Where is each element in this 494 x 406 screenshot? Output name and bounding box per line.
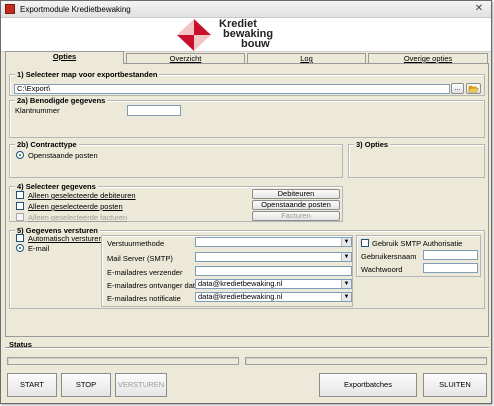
status-field-left: [7, 357, 239, 365]
close-icon[interactable]: ✕: [471, 3, 487, 15]
email-radio[interactable]: [16, 244, 24, 252]
only-selected-items-label: Alleen geselecteerde posten: [28, 202, 123, 211]
debiteuren-button[interactable]: Debiteuren: [252, 189, 340, 199]
facturen-button[interactable]: Facturen: [252, 211, 340, 221]
password-input[interactable]: [423, 263, 478, 273]
kredietbewaking-logo-icon: [177, 19, 211, 51]
sender-email-label: E-mailadres verzender: [107, 268, 183, 277]
notify-email-value: data@kredietbewaking.nl: [198, 292, 283, 301]
chevron-down-icon: ▼: [341, 253, 351, 261]
open-folder-button[interactable]: [466, 83, 481, 94]
openstaande-posten-radio[interactable]: [16, 151, 24, 159]
smtp-auth-label: Gebruik SMTP Authorisatie: [372, 239, 463, 248]
openstaande-posten-label: Openstaande posten: [28, 151, 98, 160]
tab-opties[interactable]: Opties: [5, 51, 124, 64]
auto-send-checkbox[interactable]: [16, 234, 24, 242]
username-input[interactable]: [423, 250, 478, 260]
stop-button[interactable]: STOP: [61, 373, 111, 397]
status-divider: [5, 347, 489, 349]
klantnummer-input[interactable]: [127, 105, 181, 116]
exportbatches-button[interactable]: Exportbatches: [319, 373, 417, 397]
only-selected-debtors-checkbox[interactable]: [16, 191, 24, 199]
app-icon: [5, 4, 15, 14]
logo-line-3: bouw: [241, 38, 270, 50]
sender-email-input[interactable]: [195, 266, 352, 276]
klantnummer-label: Klantnummer: [15, 106, 60, 115]
only-selected-items-checkbox[interactable]: [16, 202, 24, 210]
password-label: Wachtwoord: [361, 265, 403, 274]
group-send-data: 5) Gegevens versturen Automatisch verstu…: [9, 226, 485, 309]
recipient-email-select[interactable]: data@kredietbewaking.nl ▼: [195, 279, 352, 289]
logo-text: Krediet bewaking bouw: [213, 19, 273, 50]
smtp-server-select[interactable]: ▼: [195, 252, 352, 262]
group-options: 3) Opties: [348, 140, 485, 178]
only-selected-invoices-label: Alleen geselecteerde facturen: [28, 213, 128, 222]
chevron-down-icon: ▼: [341, 280, 351, 288]
folder-open-icon: [468, 85, 479, 93]
window-title: Exportmodule Kredietbewaking: [20, 5, 131, 14]
group-required-data: 2a) Benodigde gegevens Klantnummer: [9, 96, 485, 138]
smtp-server-label: Mail Server (SMTP): [107, 254, 173, 263]
notify-email-select[interactable]: data@kredietbewaking.nl ▼: [195, 292, 352, 302]
start-button[interactable]: START: [7, 373, 57, 397]
email-settings-box: Verstuurmethode ▼ Mail Server (SMTP) ▼ E…: [101, 235, 353, 307]
openstaande-posten-button[interactable]: Openstaande posten: [252, 200, 340, 210]
send-button[interactable]: VERSTUREN: [115, 373, 167, 397]
close-button[interactable]: SLUITEN: [423, 373, 487, 397]
export-window: Exportmodule Kredietbewaking ✕ Krediet b…: [0, 0, 492, 404]
group-title-required-data: 2a) Benodigde gegevens: [15, 96, 108, 105]
group-select-data: 4) Selecteer gegevens Alleen geselecteer…: [9, 182, 343, 222]
group-title-contract-type: 2b) Contracttype: [15, 140, 79, 149]
chevron-down-icon: ▼: [341, 293, 351, 301]
only-selected-invoices-checkbox[interactable]: [16, 213, 24, 221]
auto-send-label: Automatisch versturen: [28, 234, 103, 243]
send-method-select[interactable]: ▼: [195, 237, 352, 247]
export-path-input[interactable]: C:\Export\: [14, 84, 450, 94]
recipient-email-value: data@kredietbewaking.nl: [198, 279, 283, 288]
send-method-label: Verstuurmethode: [107, 239, 165, 248]
browse-button[interactable]: ...: [451, 83, 464, 94]
opties-panel: 1) Selecteer map voor exportbestanden C:…: [5, 63, 489, 337]
group-export-folder: 1) Selecteer map voor exportbestanden C:…: [9, 70, 485, 96]
smtp-auth-box: Gebruik SMTP Authorisatie Gebruikersnaam…: [356, 235, 481, 277]
username-label: Gebruikersnaam: [361, 252, 417, 261]
group-title-select-data: 4) Selecteer gegevens: [15, 182, 98, 191]
recipient-email-label: E-mailadres ontvanger data: [107, 281, 200, 290]
email-radio-label: E-mail: [28, 244, 50, 253]
logo-banner: Krediet bewaking bouw: [1, 18, 491, 52]
notify-email-label: E-mailadres notificatie: [107, 294, 181, 303]
group-contract-type: 2b) Contracttype Openstaande posten: [9, 140, 343, 178]
title-bar: Exportmodule Kredietbewaking ✕: [1, 1, 491, 18]
smtp-auth-checkbox[interactable]: [361, 239, 369, 247]
group-title-options: 3) Opties: [354, 140, 391, 149]
chevron-down-icon: ▼: [341, 238, 351, 246]
status-field-right: [245, 357, 487, 365]
only-selected-debtors-label: Alleen geselecteerde debiteuren: [28, 191, 136, 200]
group-title-export-folder: 1) Selecteer map voor exportbestanden: [15, 70, 160, 79]
